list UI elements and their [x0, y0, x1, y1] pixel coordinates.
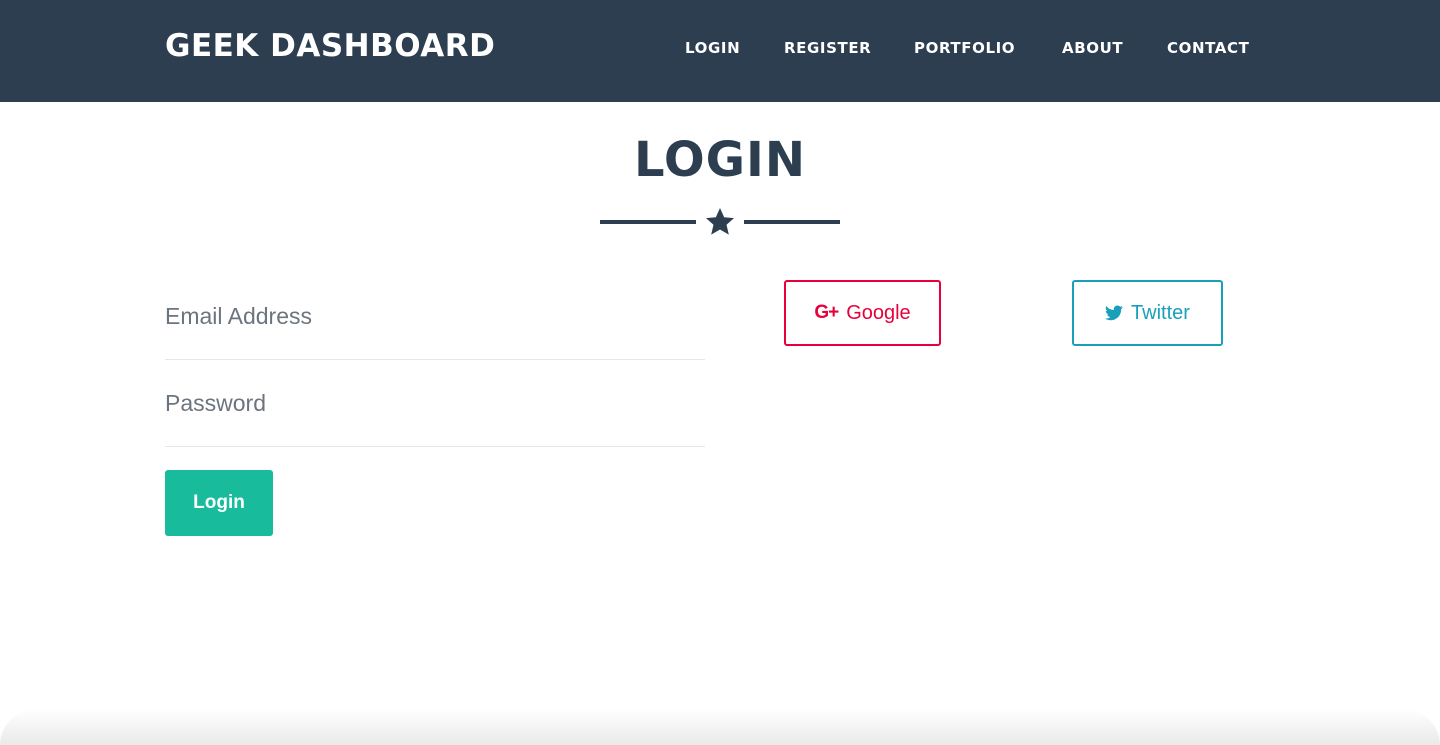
email-input[interactable] [165, 273, 705, 359]
star-icon [706, 208, 734, 235]
title-divider [600, 205, 840, 239]
window-bottom-shadow [0, 709, 1440, 745]
google-button-label: Google [846, 301, 911, 324]
google-plus-icon: G+ [814, 302, 839, 323]
login-button[interactable]: Login [165, 470, 273, 536]
navbar: GEEK DASHBOARD LOGIN REGISTER PORTFOLIO … [0, 0, 1440, 102]
twitter-bird-icon [1105, 305, 1124, 321]
nav-link-portfolio[interactable]: PORTFOLIO [914, 39, 1015, 57]
email-field-wrapper [165, 273, 705, 360]
twitter-login-button[interactable]: Twitter [1072, 280, 1223, 346]
nav-link-about[interactable]: ABOUT [1062, 39, 1123, 57]
twitter-button-label: Twitter [1131, 301, 1190, 324]
divider-line-left [600, 220, 696, 224]
nav-link-contact[interactable]: CONTACT [1167, 39, 1249, 57]
password-input[interactable] [165, 360, 705, 446]
google-login-button[interactable]: G+ Google [784, 280, 941, 346]
nav-link-login[interactable]: LOGIN [685, 39, 740, 57]
nav-link-register[interactable]: REGISTER [784, 39, 871, 57]
password-field-wrapper [165, 360, 705, 447]
page-title: LOGIN [633, 132, 807, 188]
divider-line-right [744, 220, 840, 224]
nav-menu: LOGIN REGISTER PORTFOLIO ABOUT CONTACT [0, 39, 1440, 59]
